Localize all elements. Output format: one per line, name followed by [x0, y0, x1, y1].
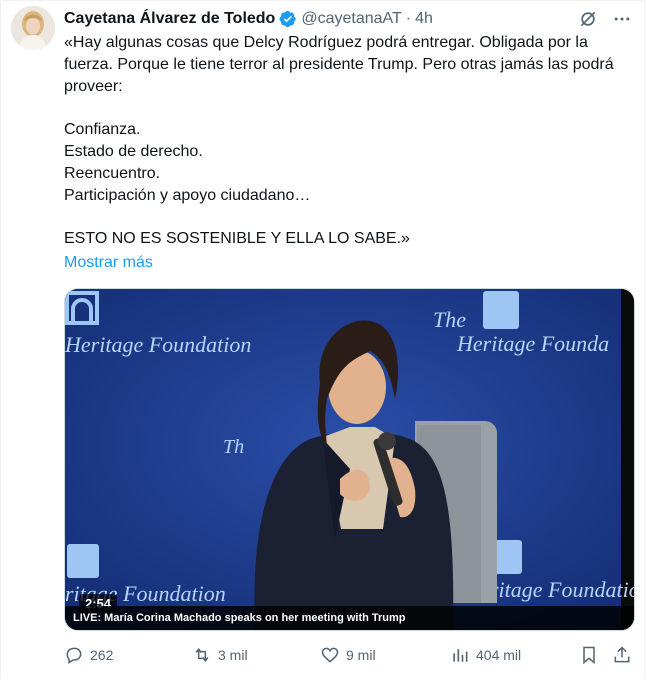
header-icons [578, 9, 632, 29]
video-player[interactable]: Heritage Foundation The Heritage Founda … [64, 288, 635, 631]
timestamp[interactable]: 4h [415, 10, 433, 28]
author-name[interactable]: Cayetana Álvarez de Toledo [64, 10, 275, 28]
repost-button[interactable]: 3 mil [192, 643, 248, 667]
share-icon [614, 646, 630, 663]
like-icon [321, 647, 339, 663]
verified-icon [279, 10, 297, 28]
tweet-card: Cayetana Álvarez de Toledo @cayetanaAT ·… [0, 0, 645, 679]
reply-count: 262 [90, 647, 114, 663]
reply-button[interactable]: 262 [64, 643, 113, 667]
video-caption: LIVE: María Corina Machado speaks on her… [65, 606, 634, 630]
views-button[interactable]: 404 mil [450, 643, 521, 667]
reply-icon [66, 647, 82, 664]
bookmark-button[interactable] [579, 643, 599, 667]
grok-icon[interactable] [578, 9, 598, 29]
repost-count: 3 mil [218, 647, 248, 663]
bg-logo-text-right: Heritage Founda [456, 331, 609, 356]
bg-logo-text-mid: Th [223, 436, 244, 458]
tweet-header: Cayetana Álvarez de Toledo @cayetanaAT ·… [64, 8, 624, 30]
bookmark-icon [583, 646, 595, 665]
avatar[interactable] [11, 6, 55, 50]
share-button[interactable] [612, 643, 632, 667]
like-count: 9 mil [346, 647, 376, 663]
separator-dot: · [405, 10, 412, 27]
show-more-link[interactable]: Mostrar más [64, 252, 153, 274]
action-bar: 262 3 mil 9 mil 404 mil [64, 643, 634, 667]
repost-icon [195, 647, 209, 663]
tweet-text: «Hay algunas cosas que Delcy Rodríguez p… [64, 34, 614, 248]
like-button[interactable]: 9 mil [320, 643, 376, 667]
views-icon [453, 649, 468, 662]
video-frame: Heritage Foundation The Heritage Founda … [65, 289, 634, 630]
bg-logo-text-left: Heritage Foundation [65, 332, 251, 357]
author-handle[interactable]: @cayetanaAT [301, 10, 401, 28]
bg-logo-text-bottom-right: ritage Foundation [490, 577, 634, 602]
views-count: 404 mil [476, 647, 522, 663]
bg-logo-text-the: The [433, 307, 466, 332]
more-icon[interactable] [612, 9, 632, 29]
